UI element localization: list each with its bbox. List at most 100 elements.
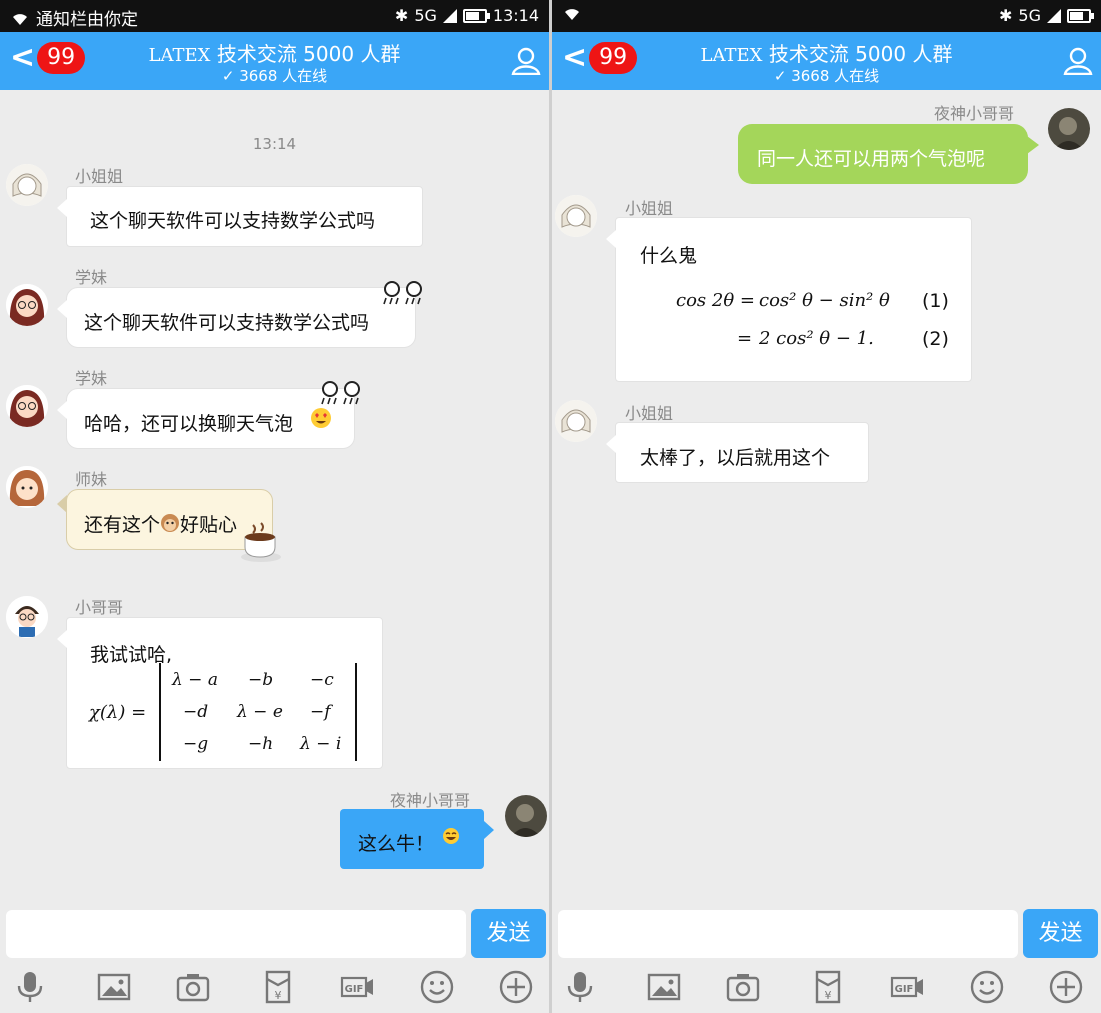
sender-name: 小姐姐	[75, 167, 124, 186]
formula-lhs: χ(λ) =	[89, 702, 147, 723]
message-bubble[interactable]: 我试试哈, χ(λ) = λ − a −b −c −d λ − e −f −g …	[57, 617, 383, 769]
brown-hair-girl-avatar-icon	[6, 466, 48, 508]
sender-name: 学妹	[75, 369, 108, 388]
group-name: 技术交流 5000 人群	[216, 42, 401, 66]
avatar[interactable]	[1048, 108, 1090, 150]
online-count: 3668 人在线	[791, 67, 880, 85]
avatar[interactable]	[555, 195, 597, 237]
send-button[interactable]: 发送	[471, 909, 546, 958]
svg-text:¥: ¥	[825, 989, 832, 1002]
chat-header: < 99 LATEX 技术交流 5000 人群 ✓ 3668 人在线	[0, 32, 549, 90]
message-input[interactable]	[558, 910, 1018, 958]
matrix-cell: λ − e	[237, 702, 283, 722]
group-members-icon[interactable]	[1063, 47, 1093, 75]
latex-logo: LATEX	[148, 45, 211, 66]
emoji-icon[interactable]	[970, 970, 1004, 1004]
sender-name: 小哥哥	[75, 598, 124, 617]
battery-icon	[1067, 8, 1094, 23]
camera-icon[interactable]	[726, 970, 760, 1004]
girl-with-glasses-avatar-icon	[6, 284, 48, 326]
group-title: LATEX 技术交流 5000 人群	[552, 38, 1101, 67]
matrix-cell: −c	[310, 670, 334, 690]
message-text: 太棒了，以后就用这个	[640, 447, 831, 469]
group-name: 技术交流 5000 人群	[768, 42, 953, 66]
determinant-bar-right	[355, 663, 357, 761]
chat-screen-left: 通知栏由你定 ✱ 5G 13:14 < 99 LATEX 技术交流 5000 人…	[0, 0, 549, 1013]
dark-photo-avatar-icon	[1048, 108, 1090, 150]
bluetooth-icon: ✱	[999, 6, 1013, 25]
group-members-icon[interactable]	[511, 47, 541, 75]
microphone-icon[interactable]	[13, 970, 47, 1004]
emoji-icon[interactable]	[420, 970, 454, 1004]
sender-name: 师妹	[75, 470, 108, 489]
avatar[interactable]	[505, 795, 547, 837]
rain-cloud-decoration-icon	[383, 281, 422, 305]
notification-text: 通知栏由你定	[36, 10, 138, 30]
plus-icon[interactable]	[499, 970, 533, 1004]
message-input[interactable]	[6, 910, 466, 958]
chat-header: < 99 LATEX 技术交流 5000 人群 ✓ 3668 人在线	[552, 32, 1101, 90]
svg-text:¥: ¥	[275, 989, 282, 1002]
matrix-cell: −d	[183, 702, 209, 722]
camera-icon[interactable]	[176, 970, 210, 1004]
avatar[interactable]	[6, 164, 48, 206]
image-icon[interactable]	[97, 970, 131, 1004]
message-text: 什么鬼	[640, 245, 698, 267]
matrix-cell: λ − a	[172, 670, 218, 690]
sender-name: 小姐姐	[625, 199, 674, 218]
avatar[interactable]	[6, 596, 48, 638]
group-title: LATEX 技术交流 5000 人群	[0, 38, 549, 67]
avatar[interactable]	[555, 400, 597, 442]
boy-with-glasses-avatar-icon	[6, 596, 48, 638]
sender-name: 夜神小哥哥	[390, 791, 471, 810]
red-packet-icon[interactable]: ¥	[811, 970, 845, 1004]
online-count: 3668 人在线	[239, 67, 328, 85]
network-type: 5G	[414, 6, 437, 25]
avatar[interactable]	[6, 385, 48, 427]
latex-logo: LATEX	[700, 45, 763, 66]
message-text: 这么牛！	[358, 833, 435, 855]
matrix-cell: λ − i	[300, 734, 342, 754]
matrix-cell: −g	[183, 734, 209, 754]
equation-lhs: cos 2θ =	[676, 290, 755, 311]
matrix-cell: −h	[248, 734, 274, 754]
status-bar: ✱ 5G	[552, 0, 1101, 32]
avatar[interactable]	[6, 284, 48, 326]
heart-eyes-emoji-icon	[311, 408, 331, 428]
clock: 13:14	[492, 6, 539, 25]
wifi-icon	[565, 9, 579, 20]
message-timestamp: 13:14	[252, 135, 297, 153]
sender-name: 小姐姐	[625, 404, 674, 423]
equation-lhs: =	[737, 328, 753, 349]
anime-girl-avatar-icon	[6, 164, 48, 206]
check-circle-icon: ✓	[221, 67, 235, 85]
message-text: 还有这个 好贴心	[84, 514, 238, 536]
check-circle-icon: ✓	[773, 67, 787, 85]
message-bubble[interactable]: 太棒了，以后就用这个	[606, 422, 869, 483]
message-bubble[interactable]: 这个聊天软件可以支持数学公式吗	[57, 186, 423, 247]
status-bar: 通知栏由你定 ✱ 5G 13:14	[0, 0, 549, 32]
plus-icon[interactable]	[1049, 970, 1083, 1004]
message-bubble[interactable]: 这个聊天软件可以支持数学公式吗	[57, 287, 416, 348]
monkey-emoji-icon	[161, 514, 180, 532]
gif-icon[interactable]: GIF	[890, 970, 924, 1004]
message-text: 这个聊天软件可以支持数学公式吗	[84, 312, 370, 334]
message-bubble[interactable]: 同一人还可以用两个气泡呢	[738, 124, 1039, 184]
wifi-icon	[13, 13, 27, 25]
red-packet-icon[interactable]: ¥	[261, 970, 295, 1004]
message-bubble[interactable]: 什么鬼 cos 2θ = cos² θ − sin² θ (1) = 2 cos…	[606, 217, 972, 382]
gif-icon[interactable]: GIF	[340, 970, 374, 1004]
message-text: 这个聊天软件可以支持数学公式吗	[90, 210, 376, 232]
anime-girl-avatar-icon	[555, 400, 597, 442]
message-text: 哈哈，还可以换聊天气泡	[84, 413, 294, 435]
avatar[interactable]	[6, 466, 48, 508]
microphone-icon[interactable]	[563, 970, 597, 1004]
signal-icon	[442, 8, 457, 23]
equation-rhs: 2 cos² θ − 1.	[759, 328, 874, 349]
determinant-bar-left	[159, 663, 161, 761]
image-icon[interactable]	[647, 970, 681, 1004]
message-bubble[interactable]: 这么牛！	[340, 809, 494, 869]
rain-cloud-decoration-icon	[321, 381, 360, 405]
send-button[interactable]: 发送	[1023, 909, 1098, 958]
message-bubble[interactable]: 哈哈，还可以换聊天气泡	[57, 388, 355, 449]
